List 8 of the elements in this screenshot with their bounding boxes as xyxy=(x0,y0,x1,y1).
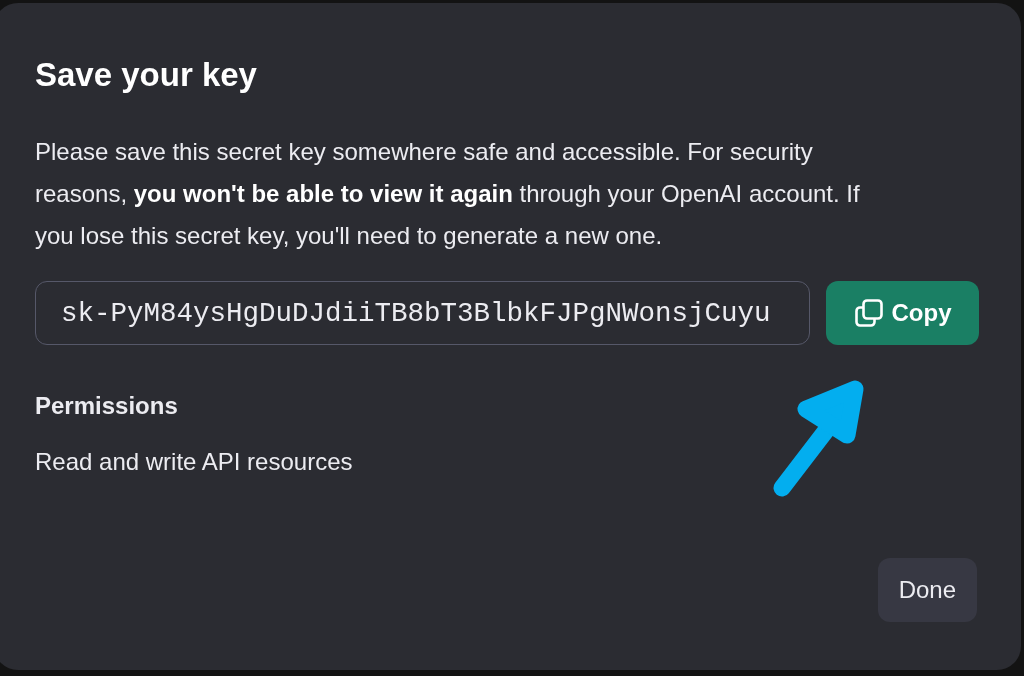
permissions-heading: Permissions xyxy=(35,391,178,421)
permissions-value: Read and write API resources xyxy=(35,447,353,477)
copy-button[interactable]: Copy xyxy=(826,281,979,345)
done-button[interactable]: Done xyxy=(877,558,977,622)
warning-message: Please save this secret key somewhere safe and accessible. For security reasons, you won't be able to view it again through your OpenAI account. If you lose this secret key, you'll need to generate a new one. xyxy=(35,137,861,251)
secret-key-field[interactable]: sk-PyM84ysHgDuDJdiiTB8bT3BlbkFJPgNWonsjCuyu xyxy=(35,281,810,345)
dialog-title: Save your key xyxy=(35,55,257,95)
copy-icon xyxy=(853,298,884,328)
